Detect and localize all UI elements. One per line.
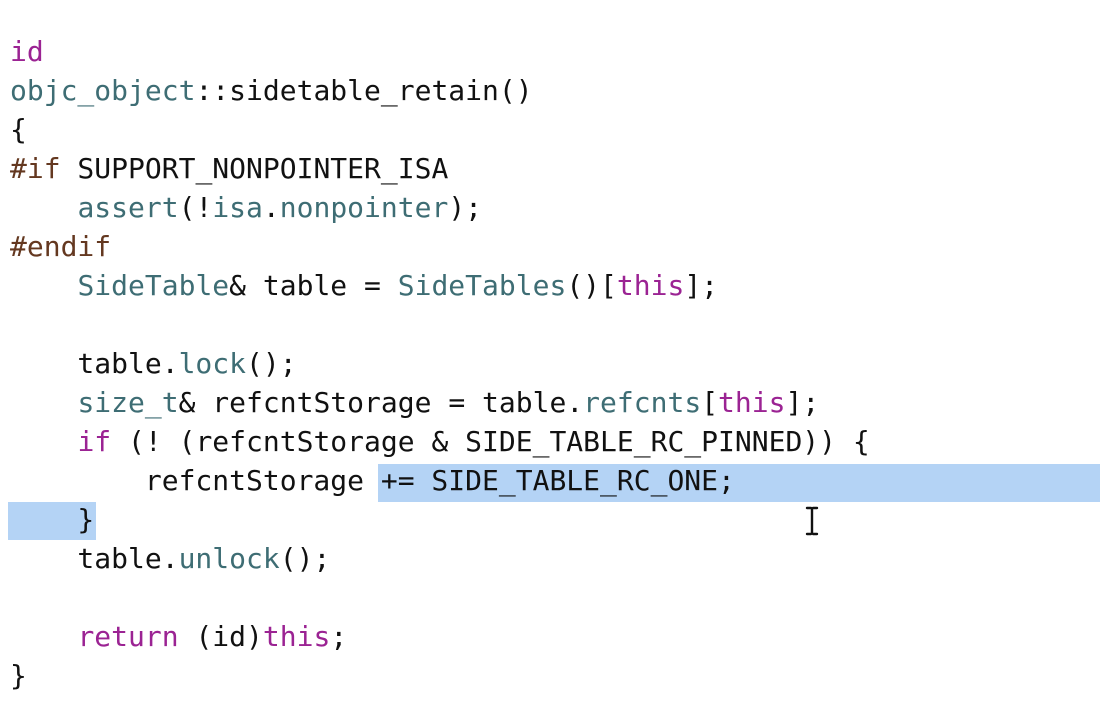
code-token: SUPPORT_NONPOINTER_ISA bbox=[60, 152, 449, 185]
code-line[interactable]: { bbox=[10, 110, 27, 149]
code-token: this bbox=[616, 269, 685, 302]
code-line[interactable]: table.unlock(); bbox=[10, 539, 330, 578]
code-token: SideTables bbox=[397, 269, 567, 302]
code-token: isa bbox=[212, 191, 263, 224]
code-token: & refcntStorage = table. bbox=[178, 386, 584, 419]
code-token: } bbox=[10, 659, 27, 692]
code-token: table. bbox=[10, 542, 179, 575]
code-token: assert bbox=[77, 191, 179, 224]
code-token: id bbox=[10, 35, 44, 68]
code-token: { bbox=[10, 113, 27, 146]
code-token: & table = bbox=[229, 269, 398, 302]
code-line[interactable]: if (! (refcntStorage & SIDE_TABLE_RC_PIN… bbox=[10, 422, 870, 461]
code-line[interactable]: } bbox=[10, 500, 94, 539]
code-token: (); bbox=[279, 542, 331, 575]
code-token: } bbox=[10, 503, 95, 536]
code-token: [ bbox=[701, 386, 719, 419]
code-token: ); bbox=[448, 191, 483, 224]
code-token: . bbox=[262, 191, 280, 224]
text-cursor-icon bbox=[805, 506, 819, 536]
code-token: (); bbox=[246, 347, 297, 380]
code-token: ()[ bbox=[566, 269, 617, 302]
code-token: ; bbox=[330, 620, 348, 653]
code-line[interactable]: #if SUPPORT_NONPOINTER_ISA bbox=[10, 149, 448, 188]
code-token: this bbox=[718, 386, 786, 419]
code-line[interactable]: } bbox=[10, 656, 27, 695]
code-line[interactable]: assert(!isa.nonpointer); bbox=[10, 188, 482, 227]
code-token: ::sidetable_retain() bbox=[195, 74, 533, 107]
code-token: this bbox=[262, 620, 331, 653]
code-token: nonpointer bbox=[279, 191, 449, 224]
code-token: objc_object bbox=[10, 74, 196, 107]
code-token: ]; bbox=[785, 386, 820, 419]
code-token: lock bbox=[178, 347, 247, 380]
code-line[interactable]: id bbox=[10, 32, 44, 71]
code-line[interactable]: return (id)this; bbox=[10, 617, 347, 656]
code-token: (id) bbox=[178, 620, 263, 653]
code-token: if bbox=[77, 425, 112, 458]
code-token: ]; bbox=[684, 269, 719, 302]
code-token: (! (refcntStorage & SIDE_TABLE_RC_PINNED… bbox=[111, 425, 870, 458]
code-line[interactable]: SideTable& table = SideTables()[this]; bbox=[10, 266, 718, 305]
code-line[interactable]: table.lock(); bbox=[10, 344, 297, 383]
code-editor[interactable]: id objc_object::sidetable_retain(){#if SU… bbox=[0, 0, 1100, 714]
code-token: unlock bbox=[178, 542, 280, 575]
code-token: SideTable bbox=[77, 269, 230, 302]
code-line[interactable]: objc_object::sidetable_retain() bbox=[10, 71, 533, 110]
code-line[interactable]: size_t& refcntStorage = table.refcnts[th… bbox=[10, 383, 819, 422]
code-token: table. bbox=[10, 347, 179, 380]
code-token: refcntStorage += SIDE_TABLE_RC_ONE; bbox=[10, 464, 735, 497]
code-token: #endif bbox=[10, 230, 112, 263]
code-line[interactable]: refcntStorage += SIDE_TABLE_RC_ONE; bbox=[10, 461, 735, 500]
code-token: #if bbox=[10, 152, 61, 185]
code-token: return bbox=[77, 620, 179, 653]
code-token: (! bbox=[178, 191, 213, 224]
code-token: size_t bbox=[77, 386, 179, 419]
code-token: refcnts bbox=[583, 386, 702, 419]
code-line[interactable]: #endif bbox=[10, 227, 111, 266]
